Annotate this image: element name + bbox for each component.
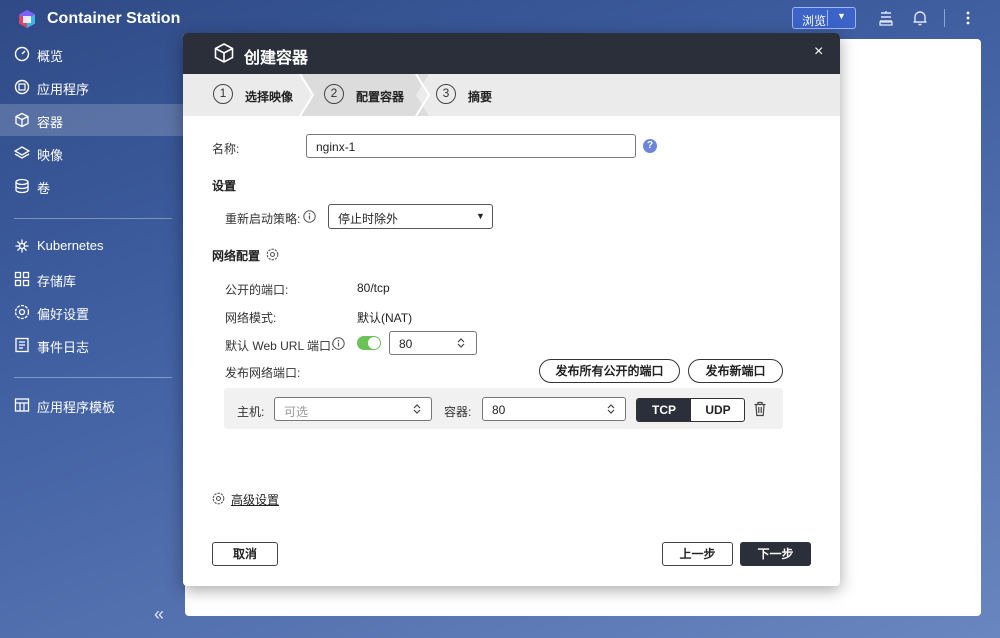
host-port-input[interactable]: 可选 <box>274 397 432 421</box>
trash-icon[interactable] <box>753 401 767 417</box>
layers-icon <box>14 146 30 159</box>
restart-policy-select[interactable]: 停止时除外 ▼ <box>328 204 493 229</box>
container-port-value: 80 <box>492 403 506 417</box>
publish-new-port-button[interactable]: 发布新端口 <box>688 359 783 383</box>
close-icon[interactable]: × <box>814 43 823 61</box>
sidebar-item-label: 概览 <box>37 49 64 64</box>
publish-ports-label: 发布网络端口: <box>225 366 301 380</box>
gear-icon <box>14 304 30 320</box>
app-icon <box>14 79 30 95</box>
dialog-title: 创建容器 <box>244 50 309 67</box>
sidebar-item-overview[interactable]: 概览 <box>0 38 183 70</box>
step-label: 选择映像 <box>245 90 294 104</box>
spinner-icon[interactable] <box>412 403 422 415</box>
kubernetes-icon <box>15 239 29 253</box>
protocol-udp-option[interactable]: UDP <box>691 399 744 421</box>
advanced-settings-link[interactable]: 高级设置 <box>231 491 279 508</box>
spinner-icon[interactable] <box>606 403 616 415</box>
publish-all-ports-button[interactable]: 发布所有公开的端口 <box>539 359 680 383</box>
web-url-port-input[interactable]: 80 <box>389 331 477 355</box>
web-url-port-label: 默认 Web URL 端口: <box>225 339 335 353</box>
wizard-steps: 1 选择映像 2 配置容器 3 摘要 <box>183 74 840 116</box>
create-container-dialog: 创建容器 × 1 选择映像 2 配置容器 3 摘要 名称: nginx-1 ? … <box>183 33 840 586</box>
web-url-port-value: 80 <box>399 337 413 351</box>
step-label: 配置容器 <box>356 90 405 104</box>
settings-heading: 设置 <box>212 179 237 193</box>
sidebar-item-label: 偏好设置 <box>37 307 90 322</box>
sidebar-item-label: 存储库 <box>37 274 77 289</box>
name-label: 名称: <box>212 142 240 156</box>
sidebar-item-preferences[interactable]: 偏好设置 <box>0 296 183 328</box>
sidebar-item-label: 应用程序 <box>37 82 90 97</box>
gauge-icon <box>14 46 30 62</box>
sidebar-item-volumes[interactable]: 卷 <box>0 170 183 202</box>
bell-icon[interactable] <box>911 9 929 27</box>
browse-button[interactable]: 浏览 ▼ <box>792 7 856 29</box>
name-value: nginx-1 <box>316 140 356 154</box>
stack-icon[interactable] <box>877 9 895 27</box>
network-heading: 网络配置 <box>212 249 261 263</box>
sidebar-divider <box>14 377 172 378</box>
name-input[interactable]: nginx-1 <box>306 134 636 158</box>
template-icon <box>14 398 30 412</box>
sidebar-item-label: 映像 <box>37 148 64 163</box>
container-port-label: 容器: <box>444 405 472 419</box>
gear-icon[interactable] <box>266 248 279 261</box>
caret-down-icon: ▼ <box>476 211 485 221</box>
previous-button[interactable]: 上一步 <box>662 542 733 566</box>
network-mode-value: 默认(NAT) <box>357 311 413 325</box>
gear-icon <box>212 492 225 505</box>
info-icon[interactable] <box>303 210 316 223</box>
container-port-input[interactable]: 80 <box>482 397 626 421</box>
step-number: 1 <box>213 84 233 104</box>
app-title: Container Station <box>47 10 181 27</box>
sidebar-item-label: 事件日志 <box>37 340 90 355</box>
more-vertical-icon[interactable] <box>959 9 977 27</box>
spinner-icon[interactable] <box>456 337 466 349</box>
browse-label: 浏览 <box>802 14 827 28</box>
host-label: 主机: <box>237 405 265 419</box>
cube-icon <box>15 112 29 128</box>
sidebar-item-label: Kubernetes <box>37 238 104 253</box>
cube-icon <box>214 43 234 63</box>
log-icon <box>15 337 29 353</box>
exposed-ports-label: 公开的端口: <box>225 283 289 297</box>
collapse-sidebar-icon[interactable]: « <box>154 604 164 625</box>
help-icon[interactable]: ? <box>643 139 657 153</box>
step-number: 3 <box>436 84 456 104</box>
cancel-button[interactable]: 取消 <box>212 542 278 566</box>
container-station-logo <box>19 10 35 28</box>
protocol-tcp-option[interactable]: TCP <box>637 399 691 421</box>
browse-separator <box>827 10 828 26</box>
sidebar-item-event-log[interactable]: 事件日志 <box>0 329 183 361</box>
dialog-header: 创建容器 × <box>183 33 840 74</box>
sidebar-item-app-templates[interactable]: 应用程序模板 <box>0 389 183 421</box>
sidebar-item-applications[interactable]: 应用程序 <box>0 71 183 103</box>
next-button[interactable]: 下一步 <box>740 542 811 566</box>
grid-icon <box>14 271 30 287</box>
database-icon <box>15 178 29 194</box>
info-icon[interactable] <box>332 337 345 350</box>
caret-down-icon[interactable]: ▼ <box>837 11 846 21</box>
sidebar-item-label: 卷 <box>37 181 51 196</box>
web-url-toggle[interactable] <box>357 336 381 350</box>
topbar-divider <box>944 9 945 27</box>
restart-policy-value: 停止时除外 <box>338 212 399 226</box>
protocol-toggle: TCP UDP <box>636 398 745 422</box>
sidebar-divider <box>14 218 172 219</box>
step-number: 2 <box>324 84 344 104</box>
sidebar-item-images[interactable]: 映像 <box>0 137 183 169</box>
exposed-ports-value: 80/tcp <box>357 281 390 295</box>
sidebar-item-containers[interactable]: 容器 <box>0 104 183 136</box>
sidebar-item-label: 容器 <box>37 115 64 130</box>
step-label: 摘要 <box>468 90 493 104</box>
toggle-knob <box>368 337 380 349</box>
sidebar-item-repository[interactable]: 存储库 <box>0 263 183 295</box>
sidebar-item-label: 应用程序模板 <box>37 400 116 415</box>
sidebar-item-kubernetes[interactable]: Kubernetes <box>0 230 183 262</box>
restart-policy-label: 重新启动策略: <box>225 212 301 226</box>
host-port-placeholder: 可选 <box>284 405 309 419</box>
network-mode-label: 网络模式: <box>225 311 277 325</box>
